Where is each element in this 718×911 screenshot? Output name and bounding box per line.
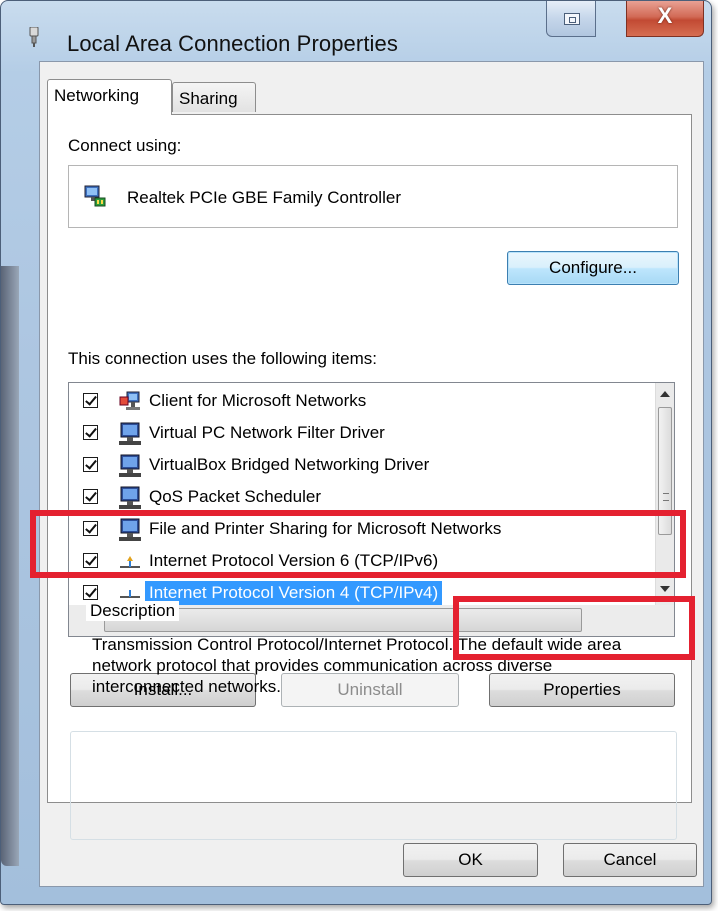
cancel-button[interactable]: Cancel — [563, 843, 697, 877]
list-item[interactable]: Client for Microsoft Networks — [69, 386, 641, 418]
grip-icon — [663, 493, 669, 501]
network-client-icon — [119, 391, 140, 410]
ok-button[interactable]: OK — [403, 843, 538, 877]
item-label: Client for Microsoft Networks — [149, 391, 367, 410]
network-service-icon — [119, 486, 141, 509]
tab-networking-label: Networking — [54, 86, 140, 105]
network-adapter-icon — [84, 185, 106, 207]
item-checkbox[interactable] — [83, 425, 98, 440]
network-service-icon — [119, 454, 141, 477]
tab-networking[interactable]: Networking — [47, 79, 172, 115]
network-service-icon — [119, 422, 141, 445]
window-title: Local Area Connection Properties — [67, 31, 398, 56]
item-checkbox[interactable] — [83, 457, 98, 472]
properties-window: Local Area Connection Properties X Netwo… — [0, 0, 712, 905]
adapter-name: Realtek PCIe GBE Family Controller — [127, 188, 401, 207]
scroll-down-icon[interactable] — [660, 586, 670, 592]
item-checkbox[interactable] — [83, 393, 98, 408]
list-item[interactable]: VirtualBox Bridged Networking Driver — [69, 450, 641, 482]
title-bar[interactable]: Local Area Connection Properties X — [1, 1, 711, 61]
connect-using-label: Connect using: — [68, 136, 182, 155]
tab-sharing-label: Sharing — [179, 89, 238, 108]
restore-button[interactable] — [546, 1, 596, 37]
close-button[interactable]: X — [626, 1, 704, 37]
scroll-up-icon[interactable] — [660, 391, 670, 397]
items-label: This connection uses the following items… — [68, 349, 377, 368]
network-connection-icon — [29, 27, 39, 47]
highlight-selected-item — [30, 510, 686, 578]
close-icon: X — [657, 3, 673, 28]
item-label: Internet Protocol Version 4 (TCP/IPv4) — [145, 581, 443, 605]
description-groupbox — [70, 731, 677, 840]
adapter-field: Realtek PCIe GBE Family Controller — [68, 165, 678, 228]
configure-button[interactable]: Configure... — [507, 251, 679, 285]
list-item[interactable]: Virtual PC Network Filter Driver — [69, 418, 641, 450]
item-label: Virtual PC Network Filter Driver — [149, 423, 385, 442]
item-checkbox[interactable] — [83, 489, 98, 504]
highlight-properties-button — [453, 596, 695, 660]
item-checkbox[interactable] — [83, 585, 98, 600]
item-label: VirtualBox Bridged Networking Driver — [149, 455, 430, 474]
background-window-edge — [1, 266, 19, 866]
item-label: QoS Packet Scheduler — [149, 487, 321, 506]
tab-sharing[interactable]: Sharing — [172, 82, 256, 112]
networking-tab-page: Connect using: Realtek PCIe GBE Family C… — [47, 114, 692, 840]
restore-icon — [564, 13, 580, 25]
description-title: Description — [86, 601, 180, 621]
dialog-client-area: Networking Sharing Connect using: Realte… — [39, 61, 704, 887]
